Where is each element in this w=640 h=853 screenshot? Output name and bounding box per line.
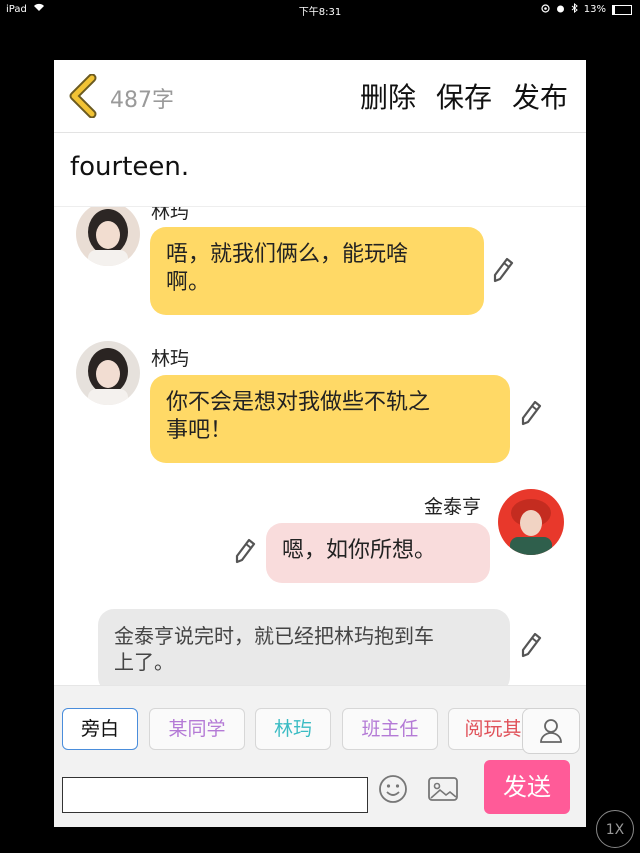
message-text-line: 嗯，如你所想。	[282, 538, 437, 563]
role-selector: 旁白 某同学 林玙 班主任 阅玩其	[54, 708, 534, 752]
composer-panel: 旁白 某同学 林玙 班主任 阅玩其 发送	[54, 685, 586, 827]
message-text-line: 唔，就我们俩么，能玩啥	[166, 242, 409, 267]
send-button[interactable]: 发送	[484, 760, 570, 814]
speaker-name: 金泰亨	[424, 496, 482, 518]
add-character-button[interactable]	[522, 708, 580, 754]
editor-window: 487字 删除 保存 发布 fourteen. 林玙 唔，就我们俩么，能玩啥 啊…	[54, 60, 586, 827]
document-title[interactable]: fourteen.	[70, 152, 189, 182]
title-bar: fourteen.	[54, 132, 586, 207]
message-text-line: 啊。	[166, 270, 211, 295]
role-narrator[interactable]: 旁白	[62, 708, 138, 750]
narration-text-line: 金泰亨说完时，就已经把林玙抱到车	[114, 624, 434, 648]
message-bubble[interactable]: 嗯，如你所想。	[266, 523, 490, 583]
chat-area[interactable]: 林玙 唔，就我们俩么，能玩啥 啊。 林玙 你不会是想对我做些不轨之 事吧！ 金泰…	[54, 207, 586, 685]
bluetooth-icon	[571, 2, 578, 16]
back-chevron-icon[interactable]	[66, 73, 100, 119]
avatar-lin-yu[interactable]	[76, 341, 140, 405]
narration-bubble[interactable]: 金泰亨说完时，就已经把林玙抱到车 上了。	[98, 609, 510, 685]
save-button[interactable]: 保存	[436, 76, 492, 116]
battery-percent: 13%	[583, 4, 606, 15]
pencil-icon[interactable]	[520, 632, 542, 658]
role-lin-yu[interactable]: 林玙	[255, 708, 331, 750]
message-bubble[interactable]: 唔，就我们俩么，能玩啥 啊。	[150, 227, 484, 315]
message-bubble[interactable]: 你不会是想对我做些不轨之 事吧！	[150, 375, 510, 463]
image-icon[interactable]	[426, 774, 460, 804]
status-bar: iPad 下午8:31 13%	[0, 0, 640, 18]
avatar-kim-taehyung[interactable]	[498, 489, 564, 555]
location-icon	[541, 3, 550, 16]
narration-text-line: 上了。	[114, 650, 174, 674]
delete-button[interactable]: 删除	[360, 76, 416, 116]
person-icon	[540, 719, 562, 743]
emoji-icon[interactable]	[378, 774, 408, 804]
alarm-icon	[556, 4, 565, 16]
top-bar: 487字 删除 保存 发布	[54, 60, 586, 133]
header-actions: 删除 保存 发布	[360, 76, 568, 116]
message-text-line: 事吧！	[166, 418, 233, 443]
role-head-teacher[interactable]: 班主任	[342, 708, 438, 750]
message-text-line: 你不会是想对我做些不轨之	[166, 390, 431, 415]
battery-icon	[612, 4, 632, 15]
publish-button[interactable]: 发布	[512, 76, 568, 116]
speaker-name: 林玙	[151, 207, 190, 223]
speaker-name: 林玙	[151, 348, 190, 370]
zoom-button[interactable]: 1X	[596, 810, 634, 848]
word-count: 487字	[110, 88, 174, 113]
avatar-lin-yu[interactable]	[76, 207, 140, 266]
pencil-icon[interactable]	[234, 538, 256, 564]
message-input[interactable]	[62, 777, 368, 813]
role-classmate[interactable]: 某同学	[149, 708, 245, 750]
pencil-icon[interactable]	[492, 257, 514, 283]
pencil-icon[interactable]	[520, 400, 542, 426]
